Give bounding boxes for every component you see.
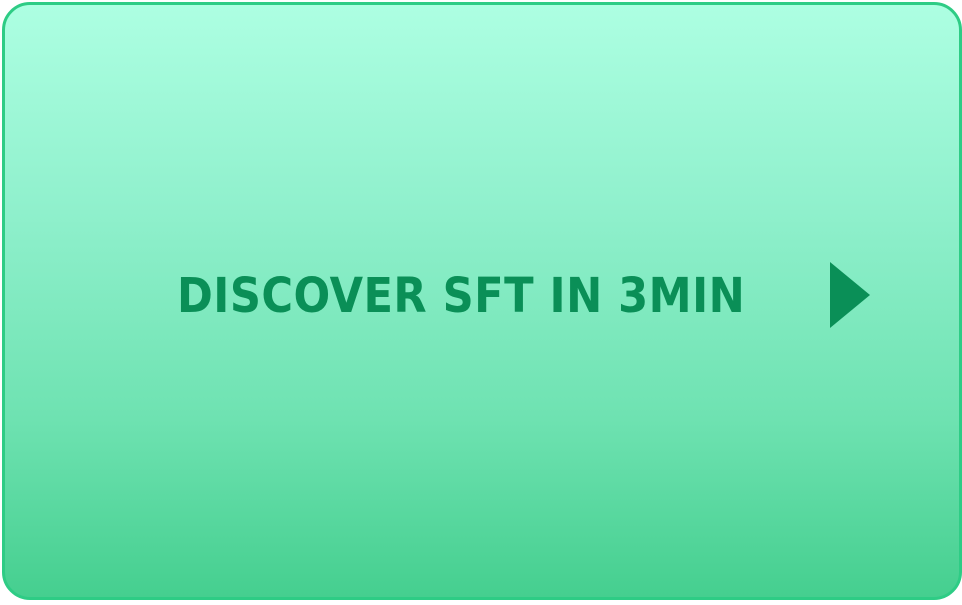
- cta-label: DISCOVER SFT IN 3MIN: [177, 268, 746, 324]
- play-arrow-icon: [830, 262, 870, 328]
- discover-card[interactable]: DISCOVER SFT IN 3MIN: [2, 2, 962, 600]
- discover-cta-button[interactable]: DISCOVER SFT IN 3MIN: [177, 262, 870, 330]
